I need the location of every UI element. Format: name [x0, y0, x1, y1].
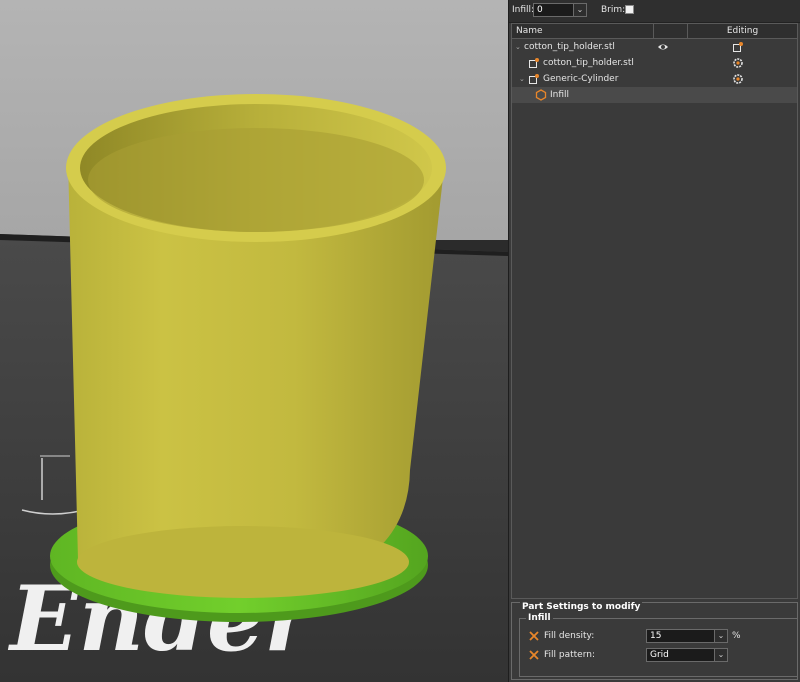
settings-row-infill[interactable]: Infill [512, 87, 797, 103]
infill-group-title: Infill [526, 613, 553, 623]
chevron-down-icon[interactable]: ⌄ [515, 39, 521, 55]
column-header-visible[interactable] [654, 24, 688, 38]
part-icon [529, 58, 539, 68]
part-settings-panel: Part Settings to modify Infill Fill dens… [511, 602, 798, 680]
settings-row-label: Infill [550, 90, 570, 100]
quick-settings-bar: Infill: 0 ⌄ Brim: [509, 0, 800, 23]
fill-density-label: Fill density: [544, 631, 595, 641]
gear-icon[interactable] [732, 73, 744, 85]
infill-combo-value: 0 [537, 5, 543, 15]
object-list[interactable]: Name Editing ⌄ cotton_tip_holder.stl cot… [511, 23, 798, 599]
3d-viewport[interactable]: Ender [0, 0, 508, 682]
modifier-icon [529, 74, 539, 84]
cup-bottom [77, 526, 409, 598]
remove-setting-icon[interactable] [528, 649, 540, 661]
column-header-editing[interactable]: Editing [688, 24, 797, 38]
chevron-down-icon[interactable]: ⌄ [573, 4, 586, 16]
gear-icon[interactable] [732, 57, 744, 69]
chevron-down-icon[interactable]: ⌄ [714, 649, 727, 661]
column-header-name[interactable]: Name [512, 24, 654, 38]
remove-setting-icon[interactable] [528, 630, 540, 642]
brim-checkbox[interactable] [625, 5, 634, 14]
fill-pattern-select[interactable]: Grid ⌄ [646, 648, 728, 662]
modifier-row[interactable]: ⌄ Generic-Cylinder [512, 71, 797, 87]
infill-label: Infill: [512, 5, 535, 15]
fill-density-value: 15 [650, 631, 662, 641]
fill-density-input[interactable]: 15 ⌄ [646, 629, 728, 643]
part-name: cotton_tip_holder.stl [543, 58, 634, 68]
infill-icon [535, 89, 547, 101]
infill-combo[interactable]: 0 ⌄ [533, 3, 587, 17]
modifier-name: Generic-Cylinder [543, 74, 619, 84]
edit-object-icon[interactable] [732, 41, 744, 53]
object-row[interactable]: ⌄ cotton_tip_holder.stl [512, 39, 797, 55]
fill-density-row: Fill density: 15 ⌄ % [520, 628, 797, 646]
chevron-down-icon[interactable]: ⌄ [519, 71, 525, 87]
object-list-header: Name Editing [512, 24, 797, 39]
eye-icon[interactable] [657, 41, 669, 53]
fill-density-unit: % [732, 631, 741, 641]
object-name: cotton_tip_holder.stl [524, 42, 615, 52]
part-settings-title: Part Settings to modify [520, 602, 643, 612]
fill-pattern-label: Fill pattern: [544, 650, 595, 660]
infill-settings-group: Infill Fill density: 15 ⌄ % Fill pattern… [519, 613, 798, 677]
brim-label: Brim: [601, 5, 626, 15]
3d-scene[interactable]: Ender [0, 0, 508, 682]
cup-inner-shadow [88, 128, 424, 232]
chevron-down-icon[interactable]: ⌄ [714, 630, 727, 642]
part-row[interactable]: cotton_tip_holder.stl [512, 55, 797, 71]
fill-pattern-row: Fill pattern: Grid ⌄ [520, 647, 797, 665]
fill-pattern-value: Grid [650, 650, 669, 660]
right-sidebar: Infill: 0 ⌄ Brim: Name Editing ⌄ cotton_… [508, 0, 800, 682]
